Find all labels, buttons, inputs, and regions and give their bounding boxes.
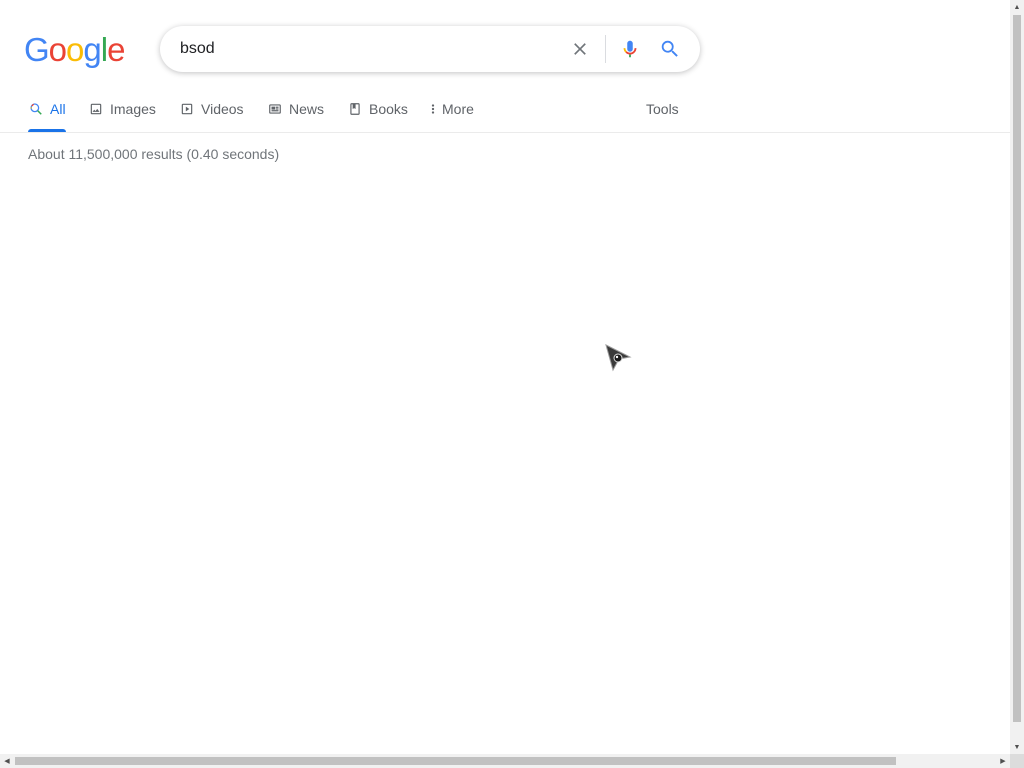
close-icon [574,43,586,55]
tab-label: More [442,101,474,117]
scroll-up-arrow-icon[interactable]: ▲ [1010,0,1024,14]
scroll-left-arrow-icon[interactable]: ◀ [0,754,14,768]
microphone-icon [623,40,637,58]
horizontal-scrollbar[interactable]: ◀ ▶ [0,754,1010,768]
tab-all[interactable]: All [28,96,66,132]
search-box [160,26,700,72]
tab-images[interactable]: Images [88,96,156,132]
tab-videos[interactable]: Videos [179,96,244,132]
search-icon [661,40,678,57]
tools-button[interactable]: Tools [646,96,679,132]
logo-letter: g [83,31,101,68]
google-logo[interactable]: Google [24,30,125,70]
tools-label: Tools [646,101,679,117]
tab-label: All [50,101,66,117]
tab-news[interactable]: News [267,96,324,132]
mouse-cursor-icon [605,344,632,372]
more-vert-icon [428,101,438,117]
google-search-page: Google bsod All Images Videos News Books… [0,0,1024,768]
horizontal-scrollbar-thumb[interactable] [15,757,896,765]
tab-label: Videos [201,101,244,117]
logo-letter: G [24,31,50,68]
search-tabs: All Images Videos News Books More Tools [28,96,1008,132]
tab-books[interactable]: Books [347,96,408,132]
logo-letter: o [66,31,84,68]
result-stats: About 11,500,000 results (0.40 seconds) [28,146,280,162]
image-icon [88,101,104,117]
logo-letter: o [48,31,67,68]
search-input[interactable] [180,26,560,72]
tab-label: News [289,101,325,117]
scroll-right-arrow-icon[interactable]: ▶ [996,754,1010,768]
search-box-divider [605,35,606,63]
scroll-down-arrow-icon[interactable]: ▼ [1010,740,1024,754]
book-icon [347,101,363,117]
logo-letter: e [107,31,125,68]
newspaper-icon [267,101,283,117]
vertical-scrollbar-thumb[interactable] [1013,15,1021,722]
tab-label: Images [110,101,156,117]
tab-more[interactable]: More [428,96,474,132]
voice-search-button[interactable] [618,37,642,61]
play-icon [179,101,195,117]
clear-search-button[interactable] [568,37,592,61]
scrollbar-corner [1010,754,1024,768]
tabs-divider [0,132,1010,133]
search-icon [28,101,44,117]
tab-label: Books [369,101,408,117]
vertical-scrollbar[interactable]: ▲ ▼ [1010,0,1024,754]
search-submit-button[interactable] [658,37,682,61]
